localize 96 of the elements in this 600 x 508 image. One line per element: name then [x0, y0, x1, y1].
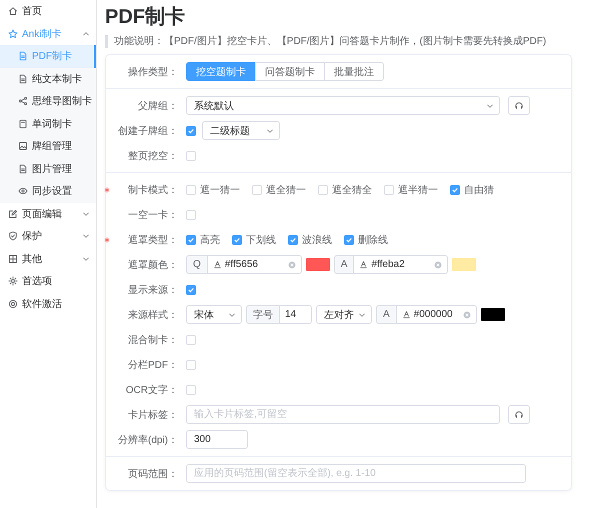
field-label: 来源样式：: [127, 308, 179, 322]
sidebar-item[interactable]: 软件激活: [0, 292, 96, 315]
font-color-icon: [402, 310, 411, 319]
share-icon: [18, 96, 28, 106]
input-field[interactable]: #ff5656: [224, 259, 285, 270]
color-swatch[interactable]: [452, 258, 476, 271]
checkbox[interactable]: [186, 284, 196, 294]
image-icon: [18, 141, 28, 152]
color-input[interactable]: #000000: [396, 305, 477, 324]
sidebar-item[interactable]: 其他: [0, 248, 96, 270]
page-icon: [18, 118, 28, 129]
dropdown[interactable]: 系统默认: [186, 96, 500, 115]
field-label: 显示来源：: [127, 284, 179, 296]
field-label: 制卡模式：: [127, 184, 179, 196]
color-swatch[interactable]: [306, 258, 330, 271]
clear-icon[interactable]: [434, 260, 442, 268]
dropdown[interactable]: 左对齐: [316, 305, 372, 324]
input-field[interactable]: 应用的页码范围(留空表示全部), e.g. 1-10: [186, 464, 526, 483]
checkbox[interactable]: [344, 234, 354, 244]
option-label: 遮全猜全: [332, 184, 372, 196]
input-prefix: A: [334, 255, 354, 274]
field-label: 整页挖空：: [127, 150, 179, 162]
segment-tab[interactable]: 批量批注: [324, 62, 384, 81]
color-swatch[interactable]: [480, 308, 505, 321]
chevron-down-icon: [266, 126, 274, 134]
number-input[interactable]: 14: [280, 305, 312, 324]
checkbox[interactable]: [186, 126, 196, 136]
input-field[interactable]: 14: [285, 309, 306, 320]
input-field[interactable]: #ffeba2: [371, 259, 432, 270]
field-label: 页码范围：: [127, 468, 179, 480]
submenu-item[interactable]: 牌组管理: [0, 135, 96, 158]
field-label: 创建子牌组：: [117, 124, 179, 138]
grid-icon: [8, 254, 18, 264]
checkbox[interactable]: [288, 234, 298, 244]
checkbox[interactable]: [450, 184, 460, 194]
field-label: 操作类型：: [127, 66, 179, 78]
color-input[interactable]: #ff5656: [208, 255, 302, 274]
checkbox[interactable]: [232, 234, 242, 244]
input-prefix: Q: [186, 255, 208, 274]
option-label: 遮半猜一: [398, 184, 438, 196]
option-label: 自由猜: [464, 184, 494, 196]
option-label: 波浪线: [302, 234, 332, 246]
field-label: 分辨率(dpi)：: [116, 434, 179, 446]
option-label: 下划线: [246, 234, 276, 246]
field-label: 一空一卡：: [127, 208, 179, 222]
option-label: 遮一猜一: [200, 184, 240, 196]
target-icon: [8, 298, 18, 309]
dropdown[interactable]: 二级标题: [202, 121, 280, 140]
segment-tab[interactable]: 问答题制卡: [255, 62, 325, 81]
chevron-down-icon: [486, 102, 494, 110]
document-icon: [18, 51, 28, 62]
clear-icon[interactable]: [288, 260, 296, 268]
chevron-down-icon: [358, 310, 366, 318]
sidebar-item[interactable]: 保护: [0, 225, 96, 248]
description-text: 功能说明：【PDF/图片】挖空卡片、【PDF/图片】问答题卡片制作，(图片制卡需要先转换成PDF): [105, 35, 572, 48]
input-field[interactable]: 输入卡片标签,可留空: [186, 405, 500, 424]
input-field[interactable]: 300: [186, 430, 248, 449]
field-label: 分栏PDF：: [127, 358, 179, 372]
field-label: OCR文字：: [124, 384, 179, 396]
sidebar-item[interactable]: 首选项: [0, 270, 96, 292]
star-icon: [8, 28, 18, 39]
submenu-item[interactable]: 纯文本制卡: [0, 68, 96, 90]
font-color-icon: [212, 260, 222, 269]
field-label: 卡片标签：: [127, 408, 179, 422]
input-field[interactable]: #000000: [414, 309, 460, 320]
chevron-down-icon: [228, 310, 236, 318]
page-title: PDF制卡: [105, 5, 186, 30]
refresh-button[interactable]: [508, 96, 530, 115]
document-icon: [18, 164, 28, 174]
submenu-item[interactable]: 图片管理: [0, 158, 96, 180]
clear-icon[interactable]: [462, 310, 471, 318]
option-label: 高亮: [200, 234, 220, 246]
submenu-item[interactable]: 单词制卡: [0, 112, 96, 135]
eye-icon: [18, 186, 28, 196]
input-prefix: A: [376, 305, 397, 324]
field-label: 遮罩颜色：: [127, 258, 179, 272]
sidebar-item[interactable]: 页面编辑: [0, 202, 96, 225]
font-color-icon: [359, 260, 368, 269]
edit-icon: [8, 208, 18, 219]
field-label: 混合制卡：: [127, 334, 179, 346]
refresh-button[interactable]: [508, 405, 530, 424]
shield-icon: [8, 231, 18, 242]
document-icon: [18, 74, 28, 84]
checkbox[interactable]: [186, 234, 196, 244]
option-label: 删除线: [358, 234, 388, 246]
field-label: 父牌组：: [137, 100, 179, 112]
dropdown[interactable]: 宋体: [186, 305, 242, 324]
color-input[interactable]: #ffeba2: [354, 255, 448, 274]
input-prefix: 字号: [246, 305, 280, 324]
home-icon: [8, 6, 18, 16]
submenu-item[interactable]: 同步设置: [0, 180, 96, 202]
sidebar-item[interactable]: 首页: [0, 0, 96, 22]
field-label: 遮罩类型：: [127, 234, 179, 246]
gear-icon: [8, 276, 18, 286]
option-label: 遮全猜一: [266, 184, 306, 196]
submenu-item[interactable]: 思维导图制卡: [0, 90, 96, 112]
